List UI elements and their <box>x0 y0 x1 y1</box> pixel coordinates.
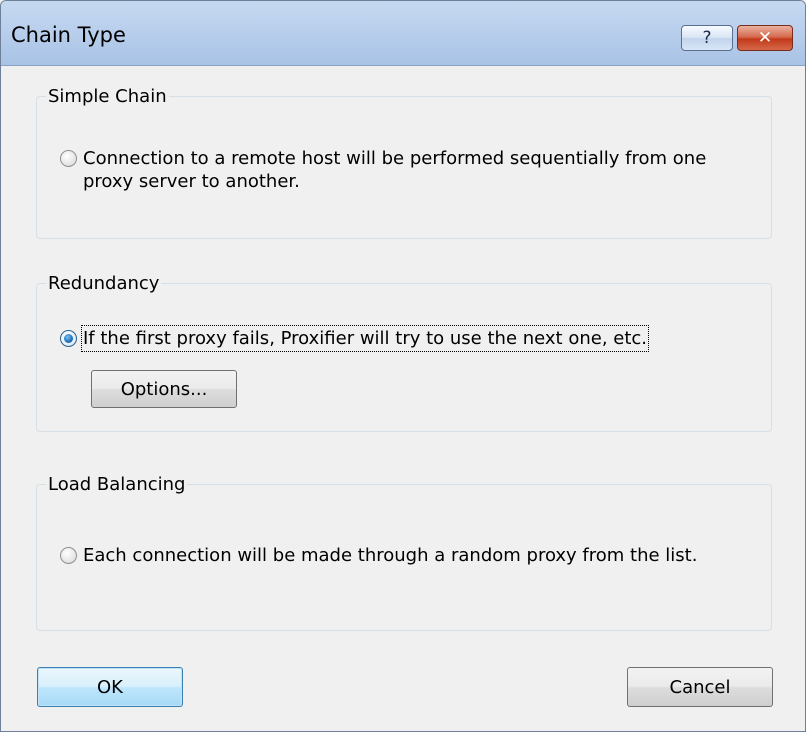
cancel-button-label: Cancel <box>669 676 731 698</box>
simple-chain-title: Simple Chain <box>48 86 167 107</box>
simple-chain-radio[interactable] <box>60 150 77 167</box>
options-button[interactable]: Options... <box>91 370 237 408</box>
chain-type-dialog: Chain Type ? ✕ Simple Chain Connection t… <box>0 0 806 732</box>
load-balancing-title: Load Balancing <box>48 474 186 495</box>
redundancy-title: Redundancy <box>48 273 160 294</box>
load-balancing-radio[interactable] <box>60 547 77 564</box>
load-balancing-label: Each connection will be made through a r… <box>83 545 698 566</box>
load-balancing-option[interactable]: Each connection will be made through a r… <box>60 544 780 567</box>
help-icon: ? <box>702 28 712 48</box>
redundancy-group: Redundancy <box>36 273 772 432</box>
window-title: Chain Type <box>11 23 126 47</box>
dialog-body: Simple Chain Connection to a remote host… <box>1 65 805 731</box>
simple-chain-option[interactable]: Connection to a remote host will be perf… <box>60 147 750 193</box>
title-bar: Chain Type ? ✕ <box>1 1 805 66</box>
ok-button-label: OK <box>97 676 123 698</box>
ok-button[interactable]: OK <box>37 667 183 707</box>
help-button[interactable]: ? <box>681 25 733 51</box>
simple-chain-label: Connection to a remote host will be perf… <box>83 148 707 192</box>
redundancy-radio[interactable] <box>60 330 77 347</box>
close-button[interactable]: ✕ <box>737 25 793 51</box>
close-icon: ✕ <box>757 28 773 48</box>
options-button-label: Options... <box>120 378 208 400</box>
cancel-button[interactable]: Cancel <box>627 667 773 707</box>
redundancy-label: If the first proxy fails, Proxifier will… <box>80 325 650 352</box>
redundancy-option[interactable]: If the first proxy fails, Proxifier will… <box>60 325 760 352</box>
